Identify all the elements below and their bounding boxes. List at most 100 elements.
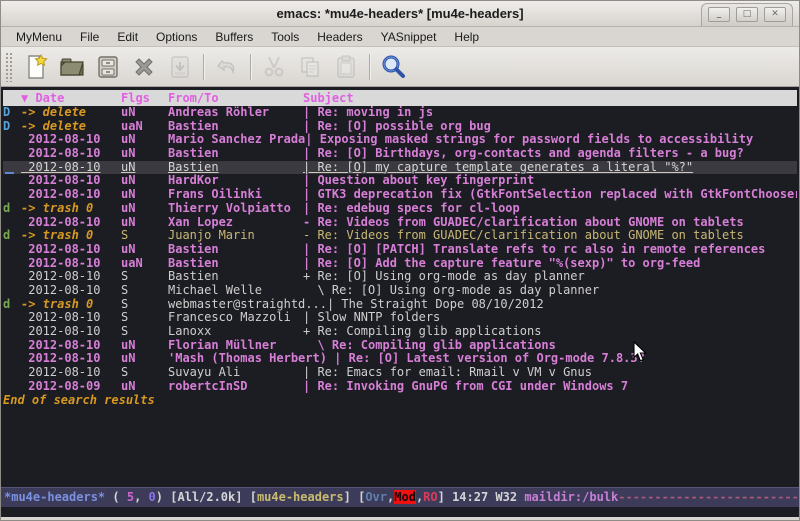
message-mark [3, 257, 21, 271]
message-date-or-action: 2012-08-10 [21, 188, 121, 202]
message-mark: d [3, 202, 21, 216]
message-row[interactable]: 2012-08-10 uN 'Mash (Thomas Herbert) | R… [3, 352, 797, 366]
message-date-or-action: -> delete [21, 120, 121, 134]
message-row[interactable]: 2012-08-10 S Bastien + Re: [O] Using org… [3, 270, 797, 284]
message-row[interactable]: 2012-08-10 S Francesco Mazzoli | Slow NN… [3, 311, 797, 325]
title-bar[interactable]: emacs: *mu4e-headers* [mu4e-headers] _ □… [1, 1, 799, 27]
message-date-or-action: 2012-08-10 [21, 257, 121, 271]
message-flags: uN [121, 174, 168, 188]
message-subject: | Re: Invoking GnuPG from CGI under Wind… [303, 380, 797, 394]
message-date-or-action: 2012-08-09 [21, 380, 121, 394]
mu4e-headers-buffer[interactable]: ▼ Date Flgs From/To Subject D -> delete … [1, 87, 799, 487]
modeline-segment: Mod [394, 490, 416, 504]
message-list: D -> delete uN Andreas Röhler | Re: movi… [3, 106, 797, 393]
message-mark [3, 174, 21, 188]
message-row[interactable]: 2012-08-10 S Michael Welle \ Re: [O] Usi… [3, 284, 797, 298]
message-subject: | Re: [O] Latest version of Org-mode 7.8… [327, 352, 797, 366]
menu-item-help[interactable]: Help [445, 28, 488, 46]
message-date-or-action: 2012-08-10 [21, 352, 121, 366]
message-row[interactable]: 2012-08-09 uN robertcInSD | Re: Invoking… [3, 380, 797, 394]
mode-line[interactable]: *mu4e-headers* ( 5, 0) [All/2.0k] [mu4e-… [1, 487, 799, 507]
open-folder-icon[interactable] [54, 51, 90, 83]
message-row[interactable]: 2012-08-10 uaN Bastien | Re: [O] Add the… [3, 257, 797, 271]
modeline-segment: ] [344, 490, 358, 504]
message-mark [3, 380, 21, 394]
message-from: Florian Müllner [168, 339, 303, 353]
message-row[interactable]: d -> trash 0 S webmaster@straightd... | … [3, 298, 797, 312]
menu-item-headers[interactable]: Headers [308, 28, 371, 46]
menu-item-options[interactable]: Options [147, 28, 206, 46]
message-date-or-action: 2012-08-10 [21, 366, 121, 380]
mark-column-header [3, 90, 21, 106]
message-flags: S [121, 366, 168, 380]
message-row[interactable]: 2012-08-10 uN HardKor | Question about k… [3, 174, 797, 188]
window-title: emacs: *mu4e-headers* [mu4e-headers] [276, 6, 523, 21]
message-row[interactable]: 2012-08-10 uN Xan Lopez - Re: Videos fro… [3, 216, 797, 230]
menu-item-yasnippet[interactable]: YASnippet [372, 28, 446, 46]
flags-column-header[interactable]: Flgs [121, 90, 168, 106]
modeline-segment: *mu4e-headers* [4, 490, 105, 504]
menu-item-file[interactable]: File [71, 28, 108, 46]
message-from: Frans Oilinki [168, 188, 303, 202]
message-date-or-action: 2012-08-10 [21, 147, 121, 161]
message-row[interactable]: 2012-08-10 uN Frans Oilinki | GTK3 depre… [3, 188, 797, 202]
maximize-button[interactable]: □ [736, 7, 758, 22]
message-date-or-action: 2012-08-10 [21, 161, 121, 175]
paste-icon [328, 51, 364, 83]
message-flags: uN [121, 380, 168, 394]
message-row[interactable]: D -> delete uN Andreas Röhler | Re: movi… [3, 106, 797, 120]
toolbar-drag-handle[interactable] [5, 52, 12, 82]
message-row[interactable]: d -> trash 0 uN Thierry Volpiatto | Re: … [3, 202, 797, 216]
message-row[interactable]: 2012-08-10 uN Bastien | Re: [O] Birthday… [3, 147, 797, 161]
message-row[interactable]: 2012-08-10 uN Bastien | Re: [O] my captu… [3, 161, 797, 175]
subject-column-header[interactable]: Subject [303, 90, 797, 106]
message-date-or-action: -> trash 0 [21, 298, 121, 312]
message-subject: | Re: moving in js [303, 106, 797, 120]
message-flags: uN [121, 243, 168, 257]
modeline-segment: ( [105, 490, 127, 504]
message-subject: \ Re: [O] Using org-mode as day planner [303, 284, 797, 298]
message-row[interactable]: 2012-08-10 uN Mario Sanchez Prada | Expo… [3, 133, 797, 147]
message-from: Mario Sanchez Prada [168, 133, 305, 147]
message-subject: | Re: [O] possible org bug [303, 120, 797, 134]
message-mark [3, 352, 21, 366]
message-subject: | Re: edebug specs for cl-loop [303, 202, 797, 216]
message-mark [3, 339, 21, 353]
message-date-or-action: 2012-08-10 [21, 284, 121, 298]
message-row[interactable]: 2012-08-10 S Lanoxx + Re: Compiling glib… [3, 325, 797, 339]
message-row[interactable]: d -> trash 0 S Juanjo Marin - Re: Videos… [3, 229, 797, 243]
menu-item-edit[interactable]: Edit [108, 28, 147, 46]
cut-icon [256, 51, 292, 83]
date-column-header[interactable]: ▼ Date [21, 90, 121, 106]
message-from: webmaster@straightd... [168, 298, 327, 312]
close-button[interactable]: ✕ [764, 7, 786, 22]
message-from: HardKor [168, 174, 303, 188]
modeline-segment: ----------------------------------------… [618, 490, 799, 504]
message-date-or-action: 2012-08-10 [21, 270, 121, 284]
message-from: Bastien [168, 270, 303, 284]
message-mark: D [3, 106, 21, 120]
toolbar-separator [250, 54, 251, 80]
message-row[interactable]: 2012-08-10 S Suvayu Ali | Re: Emacs for … [3, 366, 797, 380]
message-date-or-action: -> delete [21, 106, 121, 120]
echo-area[interactable] [1, 507, 799, 517]
menu-item-mymenu[interactable]: MyMenu [7, 28, 71, 46]
new-file-icon[interactable] [18, 51, 54, 83]
message-row[interactable]: D -> delete uaN Bastien | Re: [O] possib… [3, 120, 797, 134]
message-from: robertcInSD [168, 380, 303, 394]
save-icon[interactable] [90, 51, 126, 83]
menu-item-buffers[interactable]: Buffers [206, 28, 262, 46]
close-buffer-icon[interactable] [126, 51, 162, 83]
from-column-header[interactable]: From/To [168, 90, 303, 106]
toolbar-separator [203, 54, 204, 80]
message-row[interactable]: 2012-08-10 uN Bastien | Re: [O] [PATCH] … [3, 243, 797, 257]
copy-icon [292, 51, 328, 83]
save-as-icon [162, 51, 198, 83]
menu-item-tools[interactable]: Tools [262, 28, 308, 46]
minimize-button[interactable]: _ [708, 7, 730, 22]
message-from: Bastien [168, 147, 303, 161]
modeline-segment: 14:27 W32 [452, 490, 524, 504]
message-row[interactable]: 2012-08-10 uN Florian Müllner \ Re: Comp… [3, 339, 797, 353]
search-icon[interactable] [375, 51, 411, 83]
message-subject: | Re: [O] Add the capture feature "%(sex… [303, 257, 797, 271]
